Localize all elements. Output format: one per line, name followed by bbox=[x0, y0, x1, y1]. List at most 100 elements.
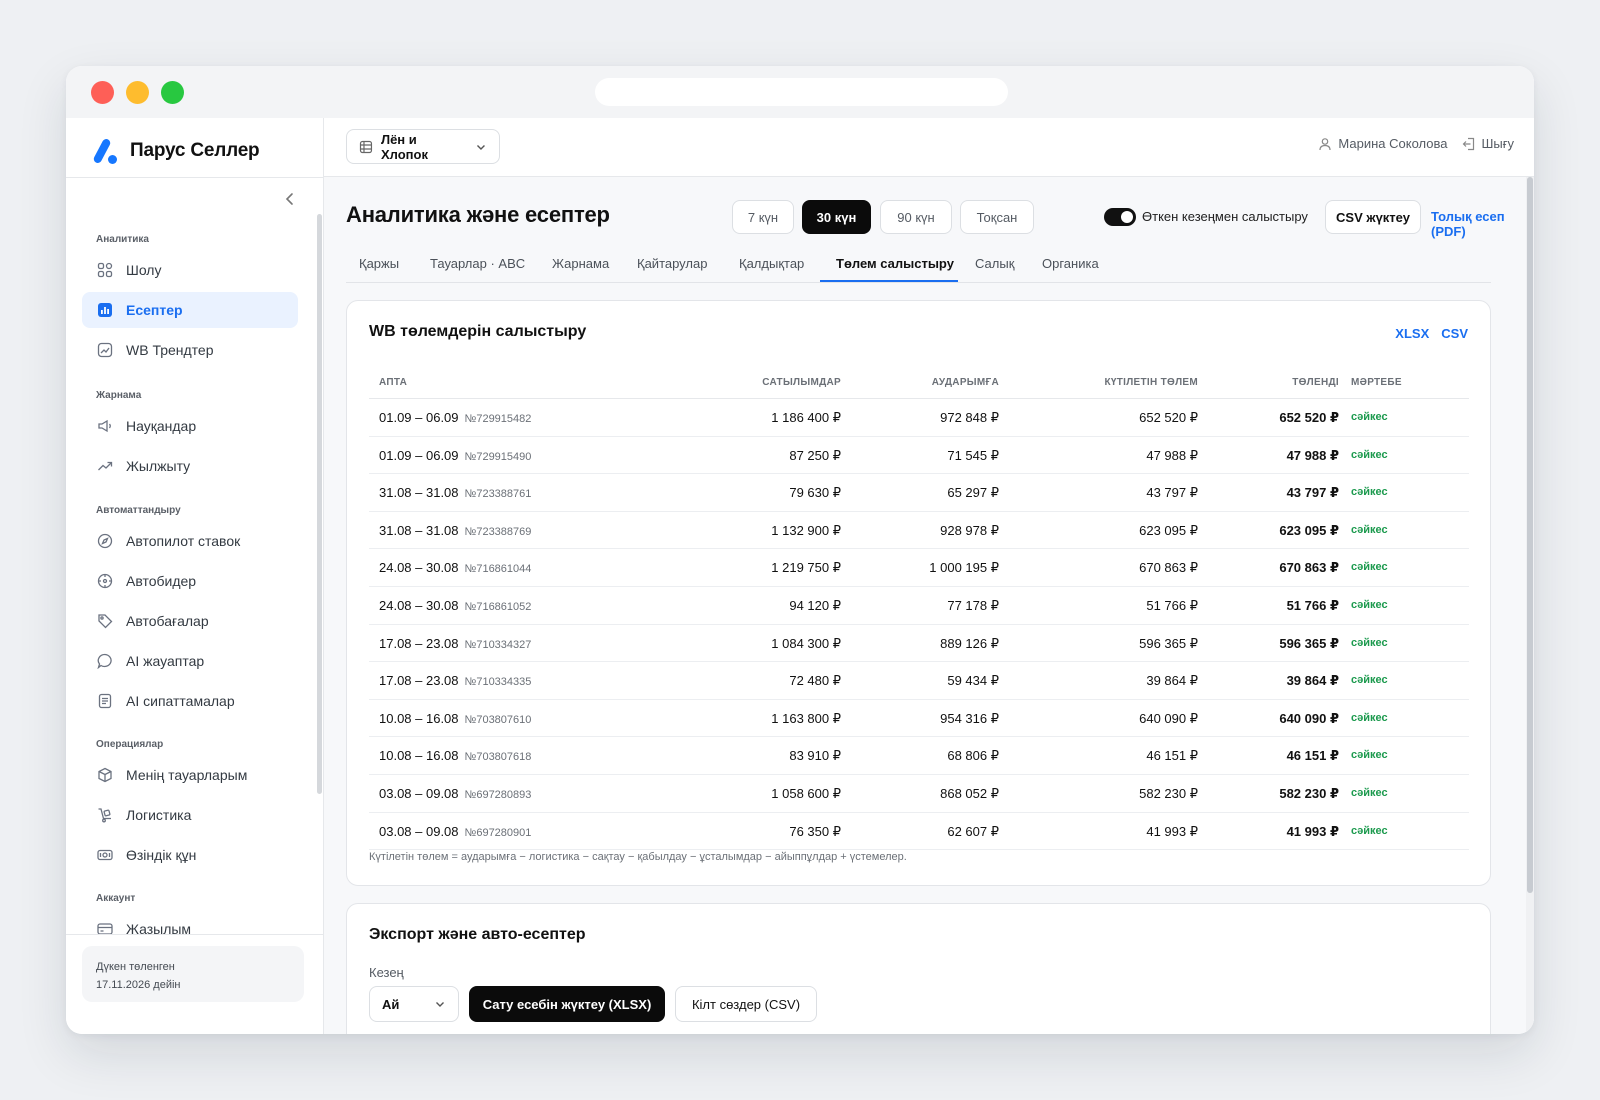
tab-ads[interactable]: Жарнама bbox=[552, 256, 609, 271]
status-badge: сәйкес bbox=[1351, 824, 1388, 837]
sidebar-item-reports[interactable]: Есептер bbox=[82, 292, 298, 328]
table-row[interactable]: 10.08 – 16.08 №703807618 83 910 ₽ 68 806 ₽ 4… bbox=[369, 737, 1469, 775]
export-period-value: Ай bbox=[382, 996, 400, 1012]
cell-transfer: 59 434 ₽ bbox=[947, 673, 999, 689]
trending-up-icon bbox=[96, 457, 114, 475]
table-row[interactable]: 24.08 – 30.08 №716861044 1 219 750 ₽ 1 000 … bbox=[369, 549, 1469, 587]
tab-returns[interactable]: Қайтарулар bbox=[637, 256, 707, 271]
minimize-window-button[interactable] bbox=[126, 81, 149, 104]
export-csv-link[interactable]: CSV bbox=[1441, 326, 1468, 341]
shop-selector[interactable]: Лён и Хлопок bbox=[346, 129, 500, 164]
sidebar-item-autobidder[interactable]: Автобидер bbox=[82, 563, 298, 599]
sidebar-item-label: Жазылым bbox=[126, 921, 192, 934]
sidebar-item-logistics[interactable]: Логистика bbox=[82, 797, 298, 833]
sidebar-item-cost-price[interactable]: Өзіндік құн bbox=[82, 837, 298, 873]
cell-transfer: 68 806 ₽ bbox=[947, 748, 999, 764]
export-period-select[interactable]: Ай bbox=[369, 986, 459, 1022]
brand[interactable]: Парус Селлер bbox=[90, 136, 260, 166]
cell-week: 01.09 – 06.09 №729915490 bbox=[379, 448, 531, 463]
chat-bubble-icon bbox=[96, 652, 114, 670]
cell-paid: 39 864 ₽ bbox=[1286, 673, 1339, 689]
close-window-button[interactable] bbox=[91, 81, 114, 104]
tab-organic[interactable]: Органика bbox=[1042, 256, 1099, 271]
column-header-sales: САТЫЛЫМДАР bbox=[762, 377, 841, 388]
subscription-status-card: Дүкен төленген 17.11.2026 дейін bbox=[82, 946, 304, 1002]
nav-group-title: Аналитика bbox=[96, 234, 149, 245]
collapse-sidebar-button[interactable] bbox=[280, 192, 300, 212]
full-report-pdf-link[interactable]: Толық есеп (PDF) bbox=[1431, 209, 1534, 239]
credit-card-icon bbox=[96, 920, 114, 934]
table-row[interactable]: 01.09 – 06.09 №729915490 87 250 ₽ 71 545 ₽ 4… bbox=[369, 437, 1469, 475]
expected-payment-formula-note: Күтілетін төлем = аударымға − логистика … bbox=[369, 851, 907, 863]
keywords-csv-button[interactable]: Кілт сөздер (CSV) bbox=[675, 986, 817, 1022]
table-row[interactable]: 03.08 – 09.08 №697280893 1 058 600 ₽ 868 05… bbox=[369, 775, 1469, 813]
chevron-left-icon bbox=[285, 193, 293, 205]
table-row[interactable]: 03.08 – 09.08 №697280901 76 350 ₽ 62 607 ₽ 4… bbox=[369, 813, 1469, 851]
sidebar-item-my-products[interactable]: Менің тауарларым bbox=[82, 757, 298, 793]
sidebar-item-autoprices[interactable]: Автобағалар bbox=[82, 603, 298, 639]
cell-sales: 94 120 ₽ bbox=[789, 597, 841, 613]
main-scrollbar[interactable] bbox=[1526, 177, 1534, 1034]
cash-icon bbox=[96, 846, 114, 864]
cell-expected: 46 151 ₽ bbox=[1146, 748, 1198, 764]
cell-sales: 76 350 ₽ bbox=[789, 823, 841, 839]
period-7-days-button[interactable]: 7 күн bbox=[732, 200, 794, 234]
window-titlebar bbox=[66, 66, 1534, 118]
cell-transfer: 77 178 ₽ bbox=[947, 597, 999, 613]
week-range: 01.09 – 06.09 bbox=[379, 410, 459, 425]
period-90-days-button[interactable]: 90 күн bbox=[880, 200, 952, 234]
table-row[interactable]: 17.08 – 23.08 №710334335 72 480 ₽ 59 434 ₽ 3… bbox=[369, 662, 1469, 700]
subscription-status-line: Дүкен төленген bbox=[96, 961, 175, 973]
period-30-days-button[interactable]: 30 күн bbox=[802, 200, 871, 234]
table-row[interactable]: 24.08 – 30.08 №716861052 94 120 ₽ 77 178 ₽ 5… bbox=[369, 587, 1469, 625]
period-quarter-button[interactable]: Тоқсан bbox=[960, 200, 1034, 234]
csv-download-button[interactable]: CSV жүктеу bbox=[1325, 200, 1421, 234]
status-badge: сәйкес bbox=[1351, 711, 1388, 724]
cell-expected: 596 365 ₽ bbox=[1139, 635, 1198, 651]
table-row[interactable]: 17.08 – 23.08 №710334327 1 084 300 ₽ 889 12… bbox=[369, 625, 1469, 663]
table-row[interactable]: 31.08 – 31.08 №723388769 1 132 900 ₽ 928 97… bbox=[369, 512, 1469, 550]
sidebar-item-ai-descriptions[interactable]: AI сипаттамалар bbox=[82, 683, 298, 719]
cell-paid: 43 797 ₽ bbox=[1286, 485, 1339, 501]
user-icon bbox=[1319, 137, 1332, 150]
table-row[interactable]: 31.08 – 31.08 №723388761 79 630 ₽ 65 297 ₽ 4… bbox=[369, 474, 1469, 512]
sidebar-item-campaigns[interactable]: Науқандар bbox=[82, 408, 298, 444]
report-id: №716861052 bbox=[464, 600, 532, 613]
sidebar-item-wb-trends[interactable]: WB Трендтер bbox=[82, 332, 298, 368]
week-range: 24.08 – 30.08 bbox=[379, 597, 459, 613]
main-scrollbar-thumb[interactable] bbox=[1527, 177, 1533, 893]
export-xlsx-link[interactable]: XLSX bbox=[1395, 326, 1429, 341]
download-sales-report-button[interactable]: Сату есебін жүктеу (XLSX) bbox=[469, 986, 665, 1022]
sidebar-item-ai-replies[interactable]: AI жауаптар bbox=[82, 643, 298, 679]
tab-stock[interactable]: Қалдықтар bbox=[739, 256, 804, 271]
tab-tax[interactable]: Салық bbox=[975, 256, 1014, 271]
cell-sales: 1 132 900 ₽ bbox=[771, 522, 841, 538]
user-profile-link[interactable]: Марина Соколова bbox=[1318, 136, 1448, 151]
tab-products-abc[interactable]: Тауарлар · ABC bbox=[430, 256, 525, 271]
main-content: Лён и Хлопок Марина Соколова Шығу Аналит… bbox=[324, 118, 1534, 1034]
table-row[interactable]: 10.08 – 16.08 №703807610 1 163 800 ₽ 954 31… bbox=[369, 700, 1469, 738]
address-bar[interactable] bbox=[595, 78, 1008, 106]
compare-toggle[interactable] bbox=[1104, 208, 1136, 226]
logout-button[interactable]: Шығу bbox=[1462, 136, 1514, 151]
tab-payment-reconciliation[interactable]: Төлем салыстыру bbox=[836, 256, 954, 271]
sidebar-item-autopilot[interactable]: Автопилот ставок bbox=[82, 523, 298, 559]
cell-expected: 582 230 ₽ bbox=[1139, 785, 1198, 801]
cell-transfer: 954 316 ₽ bbox=[940, 710, 999, 726]
brand-logo-icon bbox=[90, 137, 120, 165]
cell-week: 01.09 – 06.09 №729915482 bbox=[379, 410, 531, 425]
cell-expected: 41 993 ₽ bbox=[1146, 823, 1198, 839]
sidebar-scrollbar[interactable] bbox=[317, 214, 322, 794]
week-range: 03.08 – 09.08 bbox=[379, 823, 459, 839]
topbar: Лён и Хлопок Марина Соколова Шығу bbox=[324, 118, 1534, 177]
sidebar-item-promotion[interactable]: Жылжыту bbox=[82, 448, 298, 484]
chevron-down-icon bbox=[477, 144, 486, 150]
sidebar-item-overview[interactable]: Шолу bbox=[82, 252, 298, 288]
cell-expected: 39 864 ₽ bbox=[1146, 673, 1198, 689]
maximize-window-button[interactable] bbox=[161, 81, 184, 104]
tag-icon bbox=[96, 612, 114, 630]
status-badge: сәйкес bbox=[1351, 411, 1388, 423]
tab-finance[interactable]: Қаржы bbox=[359, 256, 399, 271]
sidebar-item-subscription[interactable]: Жазылым bbox=[82, 911, 298, 934]
table-row[interactable]: 01.09 – 06.09 №729915482 1 186 400 ₽ 972 84… bbox=[369, 399, 1469, 437]
